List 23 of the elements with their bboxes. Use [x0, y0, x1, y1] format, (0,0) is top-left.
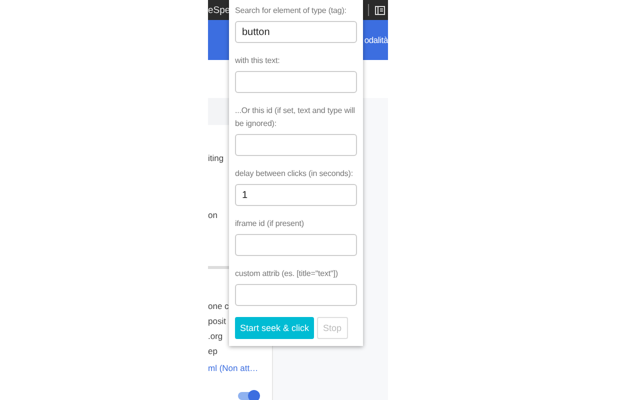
item-text: iting: [208, 152, 224, 165]
input-field[interactable]: [235, 234, 357, 256]
input-field[interactable]: button: [235, 21, 357, 43]
field-label: with this text:: [235, 55, 281, 67]
link-text[interactable]: ml (Non att…: [208, 362, 258, 375]
field-label: delay between clicks (in seconds):: [235, 168, 354, 180]
field-label: iframe id (if present): [235, 218, 305, 230]
item-text: ep: [208, 345, 218, 358]
field-label: ...Or this id (if set, text and type will be ignored):: [235, 105, 356, 130]
input-field[interactable]: [235, 284, 357, 306]
input-field[interactable]: [235, 71, 357, 93]
toolbar-text: eSpe: [208, 4, 230, 16]
reading-list-icon[interactable]: [375, 6, 385, 14]
field-label: custom attrib (es. [title="text"]): [235, 268, 339, 280]
item-text: posit: [208, 315, 226, 328]
item-text: one c: [208, 300, 229, 313]
field-label: Search for element of type (tag):: [235, 5, 348, 17]
input-field[interactable]: 1: [235, 184, 357, 206]
input-field[interactable]: [235, 134, 357, 156]
item-text: on: [208, 209, 218, 222]
banner-text: odalità: [364, 35, 388, 45]
toggle-switch[interactable]: [238, 392, 258, 400]
item-text: .org: [208, 330, 223, 343]
